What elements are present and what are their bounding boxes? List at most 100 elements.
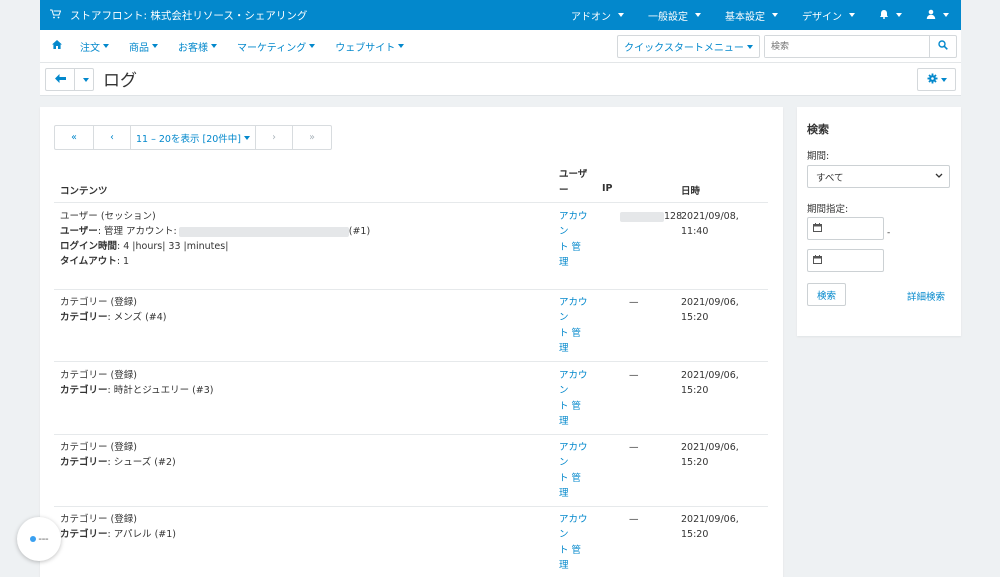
chevron-down-icon bbox=[935, 172, 943, 182]
row-divider bbox=[54, 361, 768, 362]
search-input[interactable] bbox=[765, 36, 929, 57]
nav-label: マーケティング bbox=[237, 42, 307, 54]
log-date: 2021/09/06, 15:20 bbox=[681, 297, 739, 323]
detail-label: カテゴリー bbox=[60, 385, 108, 396]
user-link-line: アカウ bbox=[559, 514, 588, 525]
ip-address: — bbox=[629, 370, 639, 381]
back-button-group bbox=[45, 68, 94, 91]
user-link-line: ン bbox=[559, 312, 569, 324]
user-link-line: ト 管 bbox=[559, 327, 582, 339]
ip-address: 128 bbox=[620, 209, 682, 224]
caret-down-icon bbox=[772, 13, 778, 17]
user-link-line: 理 bbox=[559, 415, 569, 427]
global-search bbox=[764, 35, 957, 58]
detail-label: カテゴリー bbox=[60, 457, 108, 468]
prev-page-button[interactable]: ‹ bbox=[94, 126, 131, 149]
menu-design[interactable]: デザイン bbox=[790, 8, 867, 23]
nav-label: 注文 bbox=[80, 42, 100, 54]
back-button[interactable] bbox=[46, 69, 75, 90]
ip-address: — bbox=[629, 442, 639, 453]
nav-customers[interactable]: お客様 bbox=[168, 39, 227, 54]
log-date: 2021/09/06, 15:20 bbox=[681, 370, 739, 396]
search-button[interactable] bbox=[929, 36, 956, 57]
next-page-button[interactable]: › bbox=[256, 126, 293, 149]
back-dropdown-toggle[interactable] bbox=[75, 69, 93, 90]
user-link[interactable]: アカウ ン ト 管 理 bbox=[559, 440, 593, 501]
nav-label: ウェブサイト bbox=[335, 42, 396, 54]
user-menu[interactable] bbox=[914, 9, 961, 22]
page-range-dropdown[interactable]: 11 – 20を表示 [20件中] bbox=[131, 126, 256, 149]
caret-down-icon bbox=[152, 44, 158, 48]
row-divider bbox=[54, 434, 768, 435]
calendar-icon bbox=[813, 222, 822, 235]
advanced-search-link[interactable]: 詳細検索 bbox=[907, 289, 945, 303]
redacted-text bbox=[620, 211, 664, 222]
search-icon bbox=[938, 40, 948, 53]
notifications-menu[interactable] bbox=[867, 9, 914, 22]
nav-marketing[interactable]: マーケティング bbox=[227, 39, 325, 54]
settings-dropdown-button[interactable] bbox=[917, 68, 956, 91]
storefront-brand[interactable]: ストアフロント: 株式会社リソース・シェアリング bbox=[40, 8, 307, 23]
user-link[interactable]: アカウ ン ト 管 理 bbox=[559, 209, 593, 270]
date-to-input[interactable] bbox=[807, 249, 884, 272]
log-content: カテゴリー (登録) カテゴリー: 時計とジュエリー (#3) bbox=[60, 368, 540, 398]
menu-general-settings[interactable]: 一般設定 bbox=[636, 8, 713, 23]
user-link-line: アカウ bbox=[559, 297, 588, 308]
user-link[interactable]: アカウ ン ト 管 理 bbox=[559, 512, 593, 573]
date-from-input[interactable] bbox=[807, 217, 884, 240]
detail-value: : 4 |hours| 33 |minutes| bbox=[117, 241, 229, 252]
caret-down-icon bbox=[82, 77, 89, 82]
user-icon bbox=[926, 9, 936, 22]
user-link-line: 理 bbox=[559, 342, 569, 354]
cart-icon bbox=[50, 9, 62, 22]
redacted-text bbox=[178, 226, 349, 237]
main-navigation: 注文 商品 お客様 マーケティング ウェブサイト クイックスタートメニュー bbox=[40, 30, 961, 63]
menu-basic-settings[interactable]: 基本設定 bbox=[713, 8, 790, 23]
page-range-label: 11 – 20を表示 [20件中] bbox=[136, 133, 241, 145]
search-submit-button[interactable]: 検索 bbox=[807, 283, 846, 306]
page-title: ログ bbox=[103, 71, 137, 91]
user-link-line: アカウ bbox=[559, 442, 588, 453]
column-header-user: ユーザ ー bbox=[559, 167, 587, 199]
log-detail: カテゴリー: シューズ (#2) bbox=[60, 455, 540, 470]
detail-value: : アパレル (#1) bbox=[107, 529, 176, 540]
ip-address: — bbox=[629, 297, 639, 308]
quickstart-label: クイックスタートメニュー bbox=[624, 43, 744, 54]
log-content: カテゴリー (登録) カテゴリー: アパレル (#1) bbox=[60, 512, 540, 542]
column-header-ip: IP bbox=[602, 183, 613, 194]
caret-down-icon bbox=[309, 44, 316, 48]
nav-website[interactable]: ウェブサイト bbox=[325, 39, 414, 54]
user-link-line: ト 管 bbox=[559, 472, 582, 484]
period-selected-value: すべて bbox=[816, 172, 844, 184]
user-link-line: ン bbox=[559, 385, 569, 397]
log-event-title: ユーザー (セッション) bbox=[60, 211, 156, 222]
log-detail: ユーザー: 管理 アカウント: (#1) bbox=[60, 224, 540, 239]
caret-down-icon bbox=[103, 44, 109, 48]
caret-down-icon bbox=[618, 13, 624, 17]
menu-addons[interactable]: アドオン bbox=[559, 8, 636, 23]
user-link-line: アカウ bbox=[559, 211, 588, 222]
period-select[interactable]: すべて bbox=[807, 165, 950, 188]
last-page-button[interactable]: » bbox=[293, 126, 331, 149]
row-divider bbox=[54, 289, 768, 290]
detail-value: (#1) bbox=[348, 226, 371, 237]
user-link-line: 理 bbox=[559, 487, 569, 499]
chat-widget-button[interactable]: ▬▬▬ bbox=[17, 517, 61, 561]
column-header-date: 日時 bbox=[681, 186, 701, 197]
log-detail: ログイン時間: 4 |hours| 33 |minutes| bbox=[60, 239, 540, 254]
user-link[interactable]: アカウ ン ト 管 理 bbox=[559, 368, 593, 429]
caret-down-icon bbox=[398, 44, 405, 48]
user-link[interactable]: アカウ ン ト 管 理 bbox=[559, 295, 593, 356]
menu-label: 一般設定 bbox=[648, 11, 688, 23]
home-link[interactable] bbox=[40, 40, 70, 52]
log-date: 2021/09/08, 11:40 bbox=[681, 211, 739, 237]
detail-label: カテゴリー bbox=[60, 312, 108, 323]
quickstart-menu-button[interactable]: クイックスタートメニュー bbox=[617, 35, 760, 58]
range-label: 期間指定: bbox=[807, 204, 849, 215]
first-page-button[interactable]: « bbox=[55, 126, 94, 149]
log-date: 2021/09/06, 15:20 bbox=[681, 514, 739, 540]
nav-products[interactable]: 商品 bbox=[119, 39, 168, 54]
arrow-left-icon bbox=[54, 72, 66, 87]
column-header-user-line: ユーザ bbox=[559, 169, 588, 180]
nav-orders[interactable]: 注文 bbox=[70, 39, 119, 54]
